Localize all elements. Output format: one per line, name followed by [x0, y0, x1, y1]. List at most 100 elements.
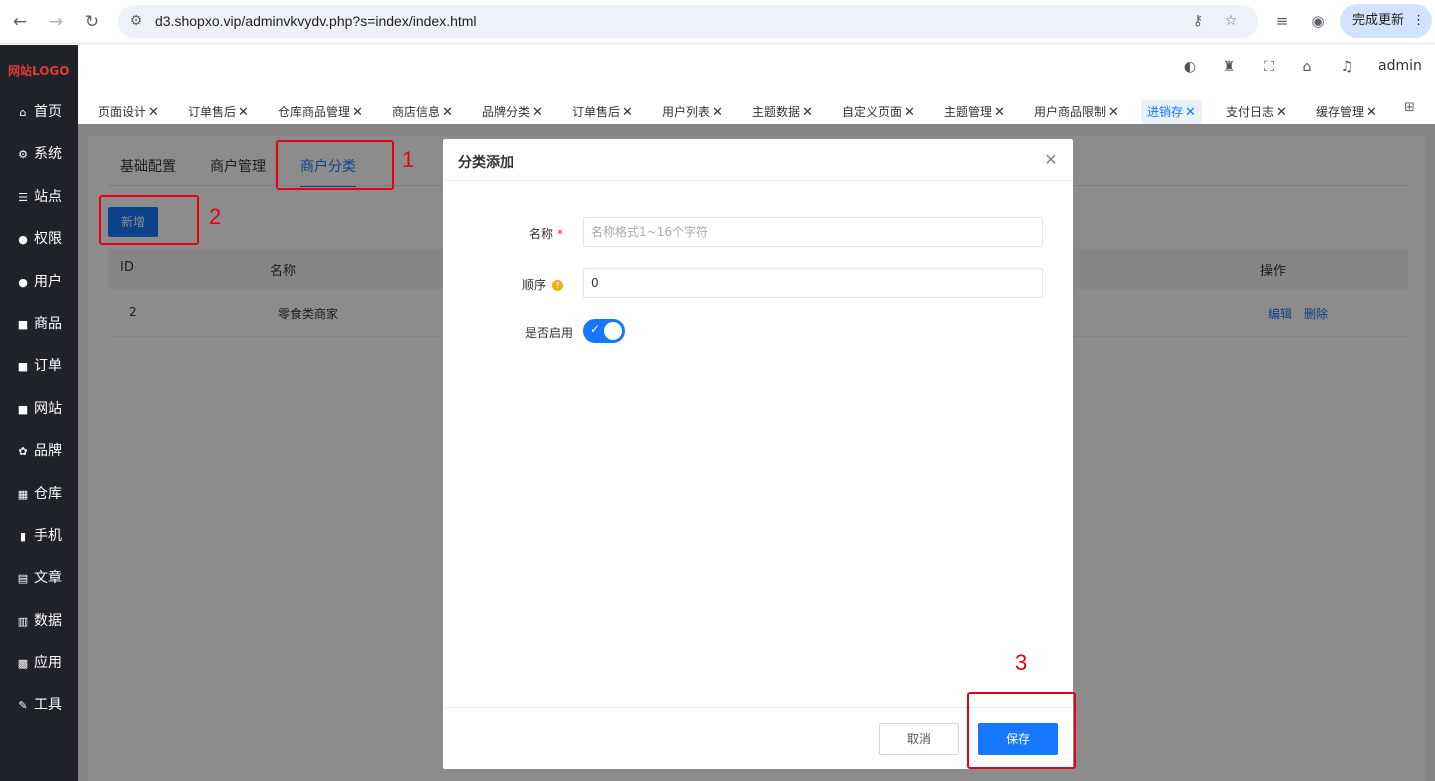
sidebar-item-label: 应用 [34, 655, 62, 671]
sidebar-item-label: 手机 [34, 528, 62, 544]
more-icon[interactable]: ⋮ [1412, 13, 1425, 28]
gear-icon: ⚙ [18, 148, 28, 161]
user-lock-icon: ● [18, 233, 28, 246]
media-icon[interactable]: ≡ [1271, 10, 1293, 32]
order-input[interactable] [583, 268, 1043, 298]
bell-icon[interactable]: ♫ [1337, 57, 1357, 77]
update-button[interactable]: 完成更新 ⋮ [1340, 4, 1432, 38]
reload-icon[interactable]: ↻ [79, 9, 105, 35]
key-icon[interactable]: ⚷ [1188, 11, 1208, 31]
sidebar-item-4[interactable]: ● 用户 [0, 267, 78, 297]
enabled-switch[interactable]: ✓ [583, 319, 625, 343]
tab-close-icon[interactable]: ✕ [238, 105, 249, 120]
tab-close-icon[interactable]: ✕ [994, 105, 1005, 120]
tab-label: 主题数据 [752, 105, 801, 119]
clear-cache-icon[interactable]: ♜ [1219, 57, 1239, 77]
sidebar-item-label: 站点 [34, 189, 62, 205]
sidebar-item-7[interactable]: ■ 网站 [0, 394, 78, 424]
apps-icon: ▩ [17, 657, 29, 670]
tab-1[interactable]: 订单售后 ✕ [182, 100, 255, 124]
tab-close-icon[interactable]: ✕ [712, 105, 723, 120]
sidebar-item-label: 商品 [34, 316, 62, 332]
tab-close-icon[interactable]: ✕ [802, 105, 813, 120]
name-input[interactable] [583, 217, 1043, 247]
bar-chart-icon: ▥ [17, 615, 29, 628]
annotation-number-1: 1 [402, 147, 415, 172]
tab-6[interactable]: 用户列表 ✕ [656, 100, 729, 124]
tab-12[interactable]: 支付日志 ✕ [1220, 100, 1293, 124]
annotation-box-3 [967, 692, 1076, 769]
category-add-dialog: 分类添加 ✕ 名称* 顺序? 是否启用 ✓ 取消 保存 [443, 139, 1073, 769]
tab-close-icon[interactable]: ✕ [1108, 105, 1119, 120]
tab-close-icon[interactable]: ✕ [622, 105, 633, 120]
tab-0[interactable]: 页面设计 ✕ [92, 100, 165, 124]
address-bar[interactable]: ⚙ d3.shopxo.vip/adminvkvydv.php?s=index/… [118, 5, 1258, 38]
tab-close-icon[interactable]: ✕ [1185, 105, 1196, 120]
sidebar-item-6[interactable]: ■ 订单 [0, 351, 78, 381]
fullscreen-icon[interactable]: ⛶ [1259, 57, 1279, 77]
tab-8[interactable]: 自定义页面 ✕ [836, 100, 921, 124]
tab-10[interactable]: 用户商品限制 ✕ [1028, 100, 1125, 124]
sidebar-item-14[interactable]: ✎ 工具 [0, 690, 78, 720]
sidebar-item-8[interactable]: ✿ 品牌 [0, 436, 78, 466]
tab-7[interactable]: 主题数据 ✕ [746, 100, 819, 124]
boxes-icon: ▦ [17, 488, 29, 501]
clipboard-icon: ■ [17, 360, 29, 373]
cancel-button[interactable]: 取消 [879, 723, 959, 755]
tab-label: 主题管理 [944, 105, 993, 119]
home-icon[interactable]: ⌂ [1297, 57, 1317, 77]
profile-icon[interactable]: ◉ [1307, 10, 1329, 32]
sidebar-item-12[interactable]: ▥ 数据 [0, 606, 78, 636]
sidebar-item-1[interactable]: ⚙ 系统 [0, 139, 78, 169]
tab-9[interactable]: 主题管理 ✕ [938, 100, 1011, 124]
tab-5[interactable]: 订单售后 ✕ [566, 100, 639, 124]
tab-label: 页面设计 [98, 105, 147, 119]
update-label: 完成更新 [1352, 13, 1405, 28]
tab-close-icon[interactable]: ✕ [532, 105, 543, 120]
tab-close-icon[interactable]: ✕ [352, 105, 363, 120]
sidebar-item-label: 首页 [34, 104, 62, 120]
tab-label: 订单售后 [188, 105, 237, 119]
sidebar-item-2[interactable]: ☰ 站点 [0, 182, 78, 212]
tab-close-icon[interactable]: ✕ [1366, 105, 1377, 120]
admin-user[interactable]: admin [1378, 58, 1422, 74]
tab-11[interactable]: 进销存 ✕ [1141, 100, 1202, 124]
home-icon: ⌂ [19, 106, 27, 119]
sidebar: 网站LOGO ⌂ 首页 ⚙ 系统 ☰ 站点 ● 权限 ● 用户 ■ 商品 ■ 订单 ■ 网站 ✿ 品牌 ▦ 仓库 ▮ 手机… [0, 45, 78, 781]
tab-2[interactable]: 仓库商品管理 ✕ [272, 100, 369, 124]
tab-close-icon[interactable]: ✕ [442, 105, 453, 120]
sidebar-item-label: 权限 [34, 231, 62, 247]
sidebar-item-label: 订单 [34, 358, 62, 374]
sidebar-item-11[interactable]: ▤ 文章 [0, 563, 78, 593]
sidebar-item-10[interactable]: ▮ 手机 [0, 521, 78, 551]
tab-close-icon[interactable]: ✕ [904, 105, 915, 120]
dialog-header: 分类添加 ✕ [443, 139, 1073, 181]
back-icon[interactable]: ← [7, 9, 33, 35]
tabs-grid-icon[interactable]: ⊞ [1404, 100, 1422, 118]
sidebar-item-3[interactable]: ● 权限 [0, 224, 78, 254]
palette-icon[interactable]: ◐ [1180, 57, 1200, 77]
tab-close-icon[interactable]: ✕ [148, 105, 159, 120]
tab-3[interactable]: 商店信息 ✕ [386, 100, 459, 124]
tab-close-icon[interactable]: ✕ [1276, 105, 1287, 120]
tab-13[interactable]: 缓存管理 ✕ [1310, 100, 1383, 124]
browser-toolbar: ← → ↻ ⚙ d3.shopxo.vip/adminvkvydv.php?s=… [0, 0, 1435, 44]
sliders-icon: ☰ [18, 191, 28, 204]
site-logo: 网站LOGO [8, 64, 70, 78]
sidebar-item-13[interactable]: ▩ 应用 [0, 648, 78, 678]
close-icon[interactable]: ✕ [1041, 150, 1061, 170]
star-icon[interactable]: ☆ [1221, 11, 1241, 31]
sidebar-item-9[interactable]: ▦ 仓库 [0, 479, 78, 509]
order-label: 顺序? [443, 276, 563, 293]
help-icon[interactable]: ? [552, 280, 563, 291]
phone-icon: ▮ [19, 530, 27, 543]
site-info-icon[interactable]: ⚙ [126, 11, 146, 31]
name-label: 名称 * [443, 225, 563, 242]
tab-4[interactable]: 品牌分类 ✕ [476, 100, 549, 124]
forward-icon[interactable]: → [43, 9, 69, 35]
sidebar-item-5[interactable]: ■ 商品 [0, 309, 78, 339]
check-icon: ✓ [590, 322, 601, 336]
sidebar-item-label: 品牌 [34, 443, 62, 459]
sidebar-item-0[interactable]: ⌂ 首页 [0, 97, 78, 127]
user-icon: ● [18, 276, 28, 289]
